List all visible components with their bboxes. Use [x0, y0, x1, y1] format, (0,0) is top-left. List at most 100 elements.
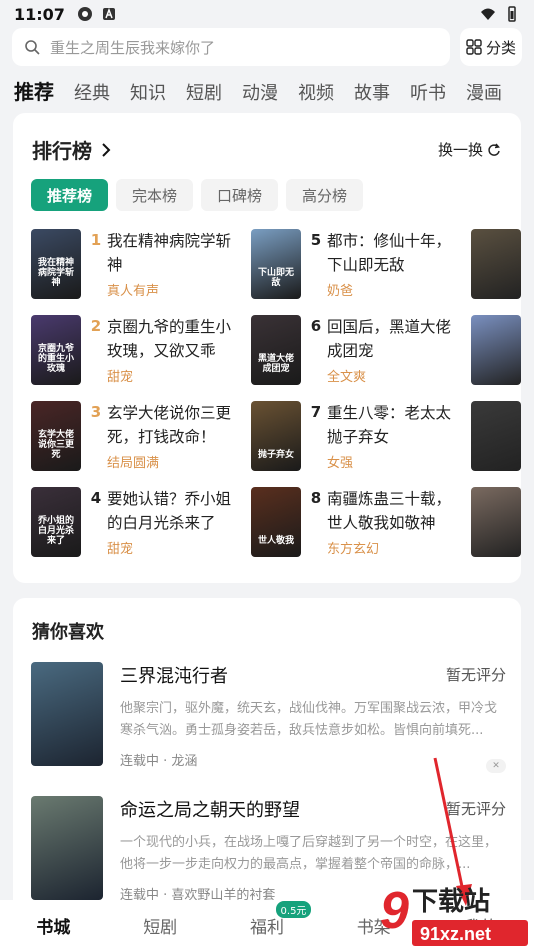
category-label: 分类 — [485, 38, 516, 57]
rank-number: 8 — [310, 489, 322, 507]
grid-icon — [466, 39, 482, 55]
ranking-tag: 东方玄幻 — [327, 542, 380, 557]
ranking-title-text[interactable]: 我在精神病院学斩神 — [107, 229, 241, 277]
watermark-logo: 9 下载站 91xz.net — [380, 882, 528, 946]
guess-card: 猜你喜欢 三界混沌行者 暂无评分 他聚宗门，驱外魔，统天玄，战仙伐神。万军围聚战… — [13, 598, 521, 918]
ranking-cover[interactable]: 京圈九爷的重生小玫瑰 — [31, 315, 81, 385]
watermark-text: 下载站 — [412, 887, 490, 917]
ranking-item[interactable]: 京圈九爷的重生小玫瑰 2 京圈九爷的重生小玫瑰，又欲又乖甜宠 — [31, 315, 241, 387]
wifi-icon — [481, 8, 495, 20]
nav-bookstore-label: 书城 — [36, 917, 71, 938]
pill-reputation[interactable]: 口碑榜 — [201, 179, 279, 211]
ranking-tag: 甜宠 — [107, 542, 134, 557]
nav-short-drama[interactable]: 短剧 — [107, 913, 214, 938]
ranking-cover[interactable]: 世人敬我 — [251, 487, 301, 557]
top-tabs: 推荐 经典 知识 短剧 动漫 视频 故事 听书 漫画 — [14, 76, 502, 105]
pill-recommend[interactable]: 推荐榜 — [31, 179, 109, 211]
tab-recommend[interactable]: 推荐 — [14, 76, 54, 105]
category-button[interactable]: 分类 — [460, 28, 522, 66]
nav-welfare-label: 福利 — [249, 917, 284, 938]
ranking-item[interactable]: 我在精神病院学斩神 1 我在精神病院学斩神 真人有声 — [31, 229, 241, 301]
rank-number: 3 — [90, 403, 102, 421]
ranking-cover[interactable]: 我在精神病院学斩神 — [31, 229, 81, 299]
ranking-cover-peek[interactable] — [471, 401, 521, 471]
rank-number: 4 — [90, 489, 102, 507]
ranking-item[interactable]: 黑道大佬成团宠 6 回国后，黑道大佬成团宠 全文爽 — [251, 315, 461, 387]
cover-text: 黑道大佬成团宠 — [257, 354, 294, 375]
book-cover[interactable] — [31, 796, 103, 900]
book-desc: 一个现代的小兵，在战场上嘎了后穿越到了另一个时空，在这里，他将一步一步走向权力的… — [120, 835, 498, 872]
nav-bookstore[interactable]: 书城 — [0, 913, 107, 938]
ranking-cover[interactable]: 黑道大佬成团宠 — [251, 315, 301, 385]
search-row: 重生之周生辰我来嫁你了 分类 — [12, 28, 522, 66]
ranking-cover-peek[interactable] — [471, 487, 521, 557]
tab-comics[interactable]: 漫画 — [466, 79, 502, 105]
ranking-item[interactable]: 抛子弃女 7 重生八零：老太太抛子弃女 女强 — [251, 401, 461, 473]
notification-icon — [102, 7, 115, 20]
guess-title: 猜你喜欢 — [32, 622, 104, 643]
chevron-right-icon — [102, 142, 111, 157]
swap-button[interactable]: 换一换 — [438, 139, 501, 160]
search-input[interactable]: 重生之周生辰我来嫁你了 — [12, 28, 450, 66]
ranking-cover[interactable]: 抛子弃女 — [251, 401, 301, 471]
ranking-cover-peek[interactable] — [471, 315, 521, 385]
search-icon — [25, 40, 40, 55]
ranking-card: 排行榜 换一换 推荐榜 完本榜 口碑榜 高分榜 我在精神病院学斩神 1 我在精神病院… — [13, 113, 521, 583]
ranking-cover-peek[interactable] — [471, 229, 521, 299]
ranking-header[interactable]: 排行榜 — [32, 135, 112, 164]
svg-text:9: 9 — [380, 882, 409, 940]
cover-text: 乔小姐的白月光杀来了 — [37, 516, 74, 547]
ranking-tag: 全文爽 — [327, 370, 367, 385]
ranking-title-text[interactable]: 京圈九爷的重生小玫瑰，又欲又乖 — [107, 315, 241, 363]
ranking-cover[interactable]: 乔小姐的白月光杀来了 — [31, 487, 81, 557]
rank-number: 2 — [90, 317, 102, 335]
pill-completed[interactable]: 完本榜 — [116, 179, 194, 211]
ranking-tag: 结局圆满 — [107, 456, 160, 471]
cover-text: 京圈九爷的重生小玫瑰 — [37, 344, 74, 375]
ranking-item[interactable]: 世人敬我 8 南疆炼蛊三十载，世人敬我如敬神东方玄幻 — [251, 487, 461, 559]
ranking-cover[interactable]: 玄学大佬说你三更死 — [31, 401, 81, 471]
rank-number: 5 — [310, 231, 322, 249]
ranking-tag: 奶爸 — [327, 284, 354, 299]
tab-classic[interactable]: 经典 — [74, 79, 110, 105]
pill-high-score[interactable]: 高分榜 — [286, 179, 364, 211]
cover-text: 世人敬我 — [257, 536, 294, 547]
book-rating: 暂无评分 — [445, 666, 506, 684]
dismiss-button[interactable]: ✕ — [486, 759, 506, 773]
close-icon: ✕ — [492, 761, 500, 771]
ranking-tag: 甜宠 — [107, 370, 134, 385]
ranking-title-text[interactable]: 要她认错？乔小姐的白月光杀来了 — [107, 487, 241, 535]
tab-video[interactable]: 视频 — [298, 79, 334, 105]
tab-knowledge[interactable]: 知识 — [130, 79, 166, 105]
cover-text: 下山即无敌 — [257, 268, 294, 289]
ranking-title-text[interactable]: 都市：修仙十年，下山即无敌 — [327, 229, 461, 277]
book-meta: 连载中 · 龙涵 — [120, 754, 198, 769]
tab-short-drama[interactable]: 短剧 — [186, 79, 222, 105]
ranking-item[interactable]: 玄学大佬说你三更死 3 玄学大佬说你三更死，打钱改命！ 结局圆满 — [31, 401, 241, 473]
ranking-item[interactable]: 乔小姐的白月光杀来了 4 要她认错？乔小姐的白月光杀来了甜宠 — [31, 487, 241, 559]
cover-text: 玄学大佬说你三更死 — [37, 430, 74, 461]
book-item[interactable]: 三界混沌行者 暂无评分 他聚宗门，驱外魔，统天玄，战仙伐神。万军围聚战云浓，甲冷… — [31, 662, 506, 773]
tab-audiobook[interactable]: 听书 — [410, 79, 446, 105]
tab-anime[interactable]: 动漫 — [242, 79, 278, 105]
rank-number: 1 — [90, 231, 102, 249]
book-cover[interactable] — [31, 662, 103, 766]
ranking-title: 排行榜 — [32, 139, 92, 163]
book-rating: 暂无评分 — [445, 800, 506, 818]
cover-text: 抛子弃女 — [257, 450, 294, 461]
ranking-cover[interactable]: 下山即无敌 — [251, 229, 301, 299]
nav-short-drama-label: 短剧 — [143, 917, 178, 938]
refresh-icon — [488, 143, 500, 156]
nav-welfare[interactable]: 福利 0.5元 — [214, 900, 321, 938]
status-bar: 11:07 — [0, 0, 534, 28]
ranking-title-text[interactable]: 南疆炼蛊三十载，世人敬我如敬神 — [327, 487, 461, 535]
ranking-title-text[interactable]: 玄学大佬说你三更死，打钱改命！ — [107, 401, 241, 449]
battery-icon — [508, 6, 516, 22]
ranking-item[interactable]: 下山即无敌 5 都市：修仙十年，下山即无敌奶爸 — [251, 229, 461, 301]
rank-number: 7 — [310, 403, 322, 421]
tab-story[interactable]: 故事 — [354, 79, 390, 105]
watermark-url: 91xz.net — [420, 924, 491, 944]
ranking-title-text[interactable]: 重生八零：老太太抛子弃女 — [327, 401, 461, 449]
status-time: 11:07 — [14, 4, 65, 24]
ranking-title-text[interactable]: 回国后，黑道大佬成团宠 — [327, 315, 461, 363]
